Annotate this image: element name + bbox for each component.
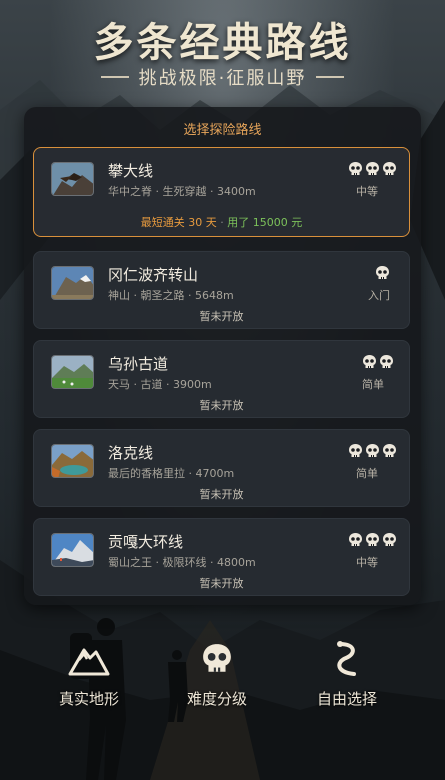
route-name: 攀大线 (108, 162, 154, 180)
route-name: 贡嘎大环线 (108, 533, 184, 551)
difficulty-label: 中等 (356, 185, 378, 198)
route-desc: 华中之脊 · 生死穿越 · 3400m (108, 185, 256, 198)
skull-icon (349, 533, 362, 546)
subtitle-row: 挑战极限·征服山野 (0, 64, 445, 90)
feature-free-choice: 自由选择 (292, 640, 402, 709)
skull-icon (363, 355, 376, 368)
route-status: 暂未开放 (199, 488, 244, 501)
divider-right (316, 76, 345, 78)
mountain-icon (68, 648, 110, 676)
difficulty-label: 入门 (368, 289, 390, 302)
skull-icon (366, 533, 379, 546)
difficulty-label: 简单 (362, 378, 384, 391)
feature-label: 真实地形 (58, 690, 119, 708)
route-card-gongga[interactable]: 贡嘎大环线 蜀山之王 · 极限环线 · 4800m 中等 暂未开放 (33, 518, 410, 596)
record-days: 最短通关 30 天 (140, 216, 217, 229)
route-status: 暂未开放 (199, 577, 244, 590)
page-subtitle: 挑战极限·征服山野 (138, 68, 307, 89)
skull-icon (349, 444, 362, 457)
difficulty-skulls (348, 532, 397, 548)
route-desc: 最后的香格里拉 · 4700m (108, 467, 235, 480)
best-record: 最短通关 30 天 · 用了 15000 元 (34, 214, 409, 230)
route-thumbnail (51, 162, 94, 196)
skull-icon (203, 644, 231, 672)
route-select-panel: 选择探险路线 攀大线 华中之脊 · 生死穿越 · 3400m 中等 最短通关 3… (24, 107, 421, 605)
route-thumbnail (51, 266, 94, 300)
skull-icon (376, 266, 389, 279)
route-thumbnail (51, 355, 94, 389)
route-icon (337, 641, 356, 676)
skull-icon (380, 355, 393, 368)
difficulty-label: 简单 (356, 467, 378, 480)
route-desc: 神山 · 朝圣之路 · 5648m (108, 289, 234, 302)
route-name: 洛克线 (108, 444, 154, 462)
skull-icon (383, 444, 396, 457)
route-name: 乌孙古道 (108, 355, 169, 373)
route-card-luoke[interactable]: 洛克线 最后的香格里拉 · 4700m 简单 暂未开放 (33, 429, 410, 507)
skull-icon (366, 444, 379, 457)
page-title: 多条经典路线 (93, 19, 352, 66)
difficulty-skulls (348, 443, 397, 459)
difficulty-skulls (348, 161, 397, 177)
feature-real-terrain: 真实地形 (34, 640, 144, 709)
panel-title: 选择探险路线 (183, 123, 262, 138)
skull-icon (349, 162, 362, 175)
feature-label: 自由选择 (316, 690, 377, 708)
skull-icon (383, 162, 396, 175)
route-card-kailash[interactable]: 冈仁波齐转山 神山 · 朝圣之路 · 5648m 入门 暂未开放 (33, 251, 410, 329)
record-cost: 用了 15000 元 (227, 216, 303, 229)
route-name: 冈仁波齐转山 (108, 266, 199, 284)
route-status: 暂未开放 (199, 399, 244, 412)
route-card-pandaxian[interactable]: 攀大线 华中之脊 · 生死穿越 · 3400m 中等 最短通关 30 天 · 用… (33, 147, 410, 237)
route-thumbnail (51, 533, 94, 567)
route-status: 暂未开放 (199, 310, 244, 323)
divider-left (100, 76, 129, 78)
difficulty-skulls (362, 354, 394, 370)
difficulty-label: 中等 (356, 556, 378, 569)
route-thumbnail (51, 444, 94, 478)
skull-icon (383, 533, 396, 546)
skull-icon (366, 162, 379, 175)
difficulty-skulls (375, 265, 390, 281)
route-card-wusun[interactable]: 乌孙古道 天马 · 古道 · 3900m 简单 暂未开放 (33, 340, 410, 418)
route-desc: 蜀山之王 · 极限环线 · 4800m (108, 556, 256, 569)
feature-label: 难度分级 (186, 690, 247, 708)
route-desc: 天马 · 古道 · 3900m (108, 378, 212, 391)
record-separator: · (220, 216, 224, 229)
feature-difficulty: 难度分级 (162, 640, 272, 709)
